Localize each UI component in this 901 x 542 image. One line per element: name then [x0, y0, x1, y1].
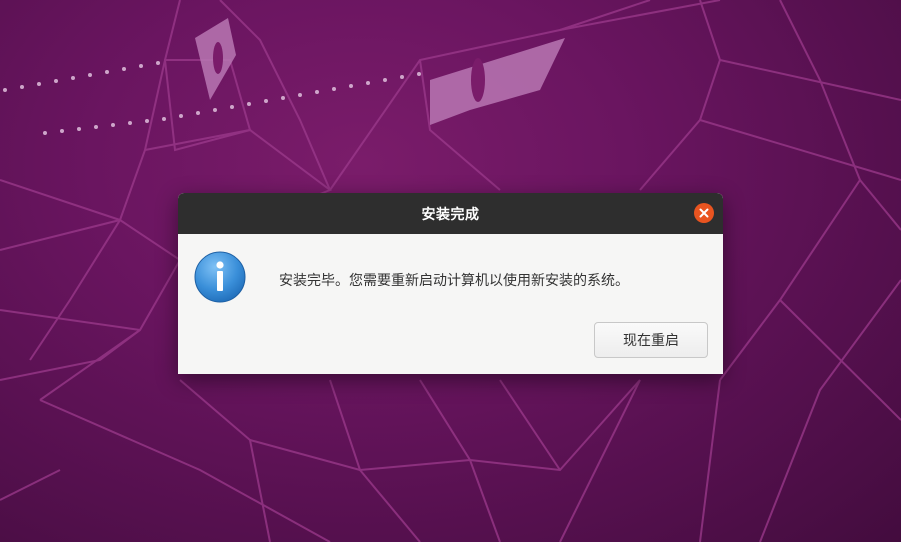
close-button[interactable]	[694, 203, 714, 223]
close-icon	[699, 208, 709, 218]
installation-complete-dialog: 安装完成 安装完毕。您需要重新启动计算机以使用新安装的系统。 现在重启	[178, 193, 723, 374]
restart-now-button[interactable]: 现在重启	[594, 322, 708, 358]
info-icon	[194, 251, 246, 303]
dialog-titlebar[interactable]: 安装完成	[178, 193, 723, 234]
dialog-title: 安装完成	[421, 206, 480, 223]
dialog-message: 安装完毕。您需要重新启动计算机以使用新安装的系统。	[279, 273, 629, 289]
dialog-body: 安装完毕。您需要重新启动计算机以使用新安装的系统。 现在重启	[178, 234, 723, 374]
desktop-background: 安装完成 安装完毕。您需要重新启动计算机以使用新安装的系统。 现在重启	[0, 0, 901, 542]
